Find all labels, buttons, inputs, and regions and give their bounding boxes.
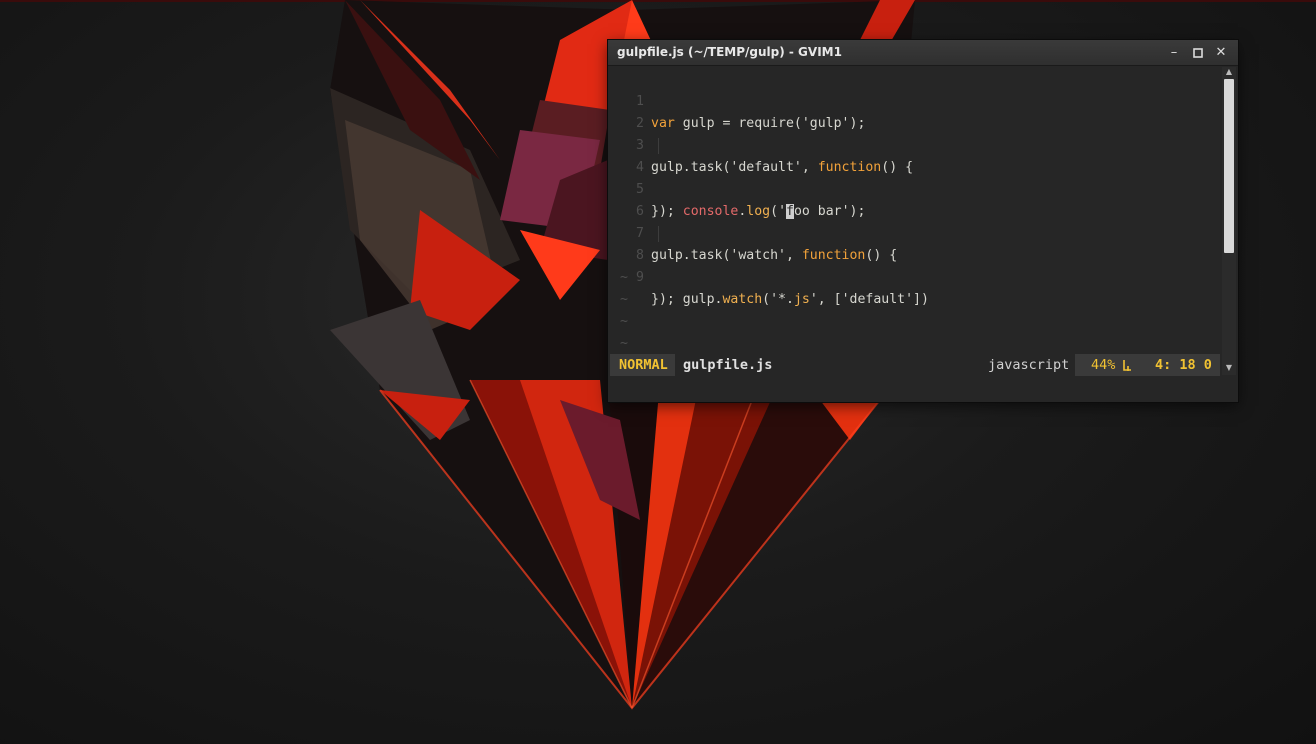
status-file-name: gulpfile.js [683, 357, 773, 373]
code-line[interactable]: 8 gulp.watch('*.js', ['default']) [610, 223, 1220, 307]
line-text: }); [651, 292, 675, 307]
scroll-thumb[interactable] [1224, 79, 1234, 253]
indent-guide [658, 138, 659, 154]
code-line[interactable]: 2 [610, 91, 1220, 131]
empty-line-marker: ~ [620, 336, 628, 351]
title-bar[interactable]: gulpfile.js (~/TEMP/gulp) - GVIM1 – ✕ [608, 40, 1238, 66]
empty-line-marker: ~ [620, 270, 628, 285]
window-title: gulpfile.js (~/TEMP/gulp) - GVIM1 [617, 45, 842, 59]
minimize-icon[interactable]: – [1165, 44, 1183, 61]
code-line[interactable]: 9 }); [610, 245, 1220, 307]
status-line: NORMAL gulpfile.js javascript 44% 4: 18 … [610, 354, 1220, 376]
empty-line-marker: ~ [620, 314, 628, 329]
line-text: gulp.watch('*.js', ['default']) [651, 292, 929, 307]
code-line[interactable]: 3 gulp.task('default', function() { [610, 113, 1220, 175]
command-line[interactable] [610, 376, 1236, 400]
code-line[interactable]: 7 gulp.task('watch', function() { [610, 201, 1220, 263]
indent-guide [658, 226, 659, 242]
code-line[interactable]: 4 console.log('foo bar'); [610, 135, 1220, 219]
editor-buffer[interactable]: 1 var gulp = require('gulp'); 2 3 gulp.t… [610, 67, 1220, 353]
vertical-scrollbar[interactable]: ▲ ▼ [1222, 67, 1236, 375]
gvim-window[interactable]: gulpfile.js (~/TEMP/gulp) - GVIM1 – ✕ 1 … [608, 40, 1238, 402]
scroll-up-arrow-icon[interactable]: ▲ [1222, 67, 1236, 77]
maximize-icon[interactable] [1189, 44, 1207, 61]
close-icon[interactable]: ✕ [1212, 44, 1230, 61]
status-cursor-position: 4: 18 0 [1155, 357, 1212, 373]
code-line[interactable]: 5 }); [610, 157, 1220, 219]
status-file-type: javascript [988, 357, 1070, 373]
code-line[interactable]: 1 var gulp = require('gulp'); [610, 69, 1220, 131]
scroll-down-arrow-icon[interactable]: ▼ [1222, 363, 1236, 373]
status-percent: 44% [1091, 357, 1116, 373]
ln-icon [1123, 354, 1132, 376]
code-line[interactable]: 6 [610, 179, 1220, 219]
mode-indicator: NORMAL [610, 354, 675, 376]
empty-line-marker: ~ [620, 292, 628, 307]
status-position-section: 44% 4: 18 0 [1075, 354, 1220, 376]
